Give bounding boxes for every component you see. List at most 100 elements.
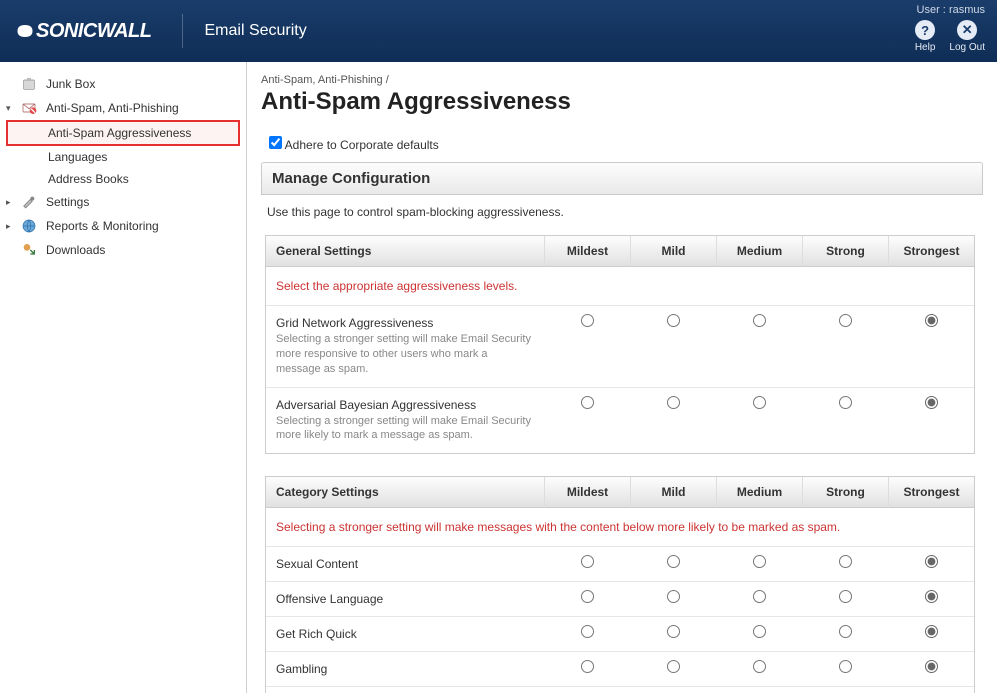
category-radio-strong[interactable] <box>839 590 852 603</box>
radio-cell <box>802 582 888 617</box>
table-row: Sexual Content <box>266 547 974 582</box>
logout-button[interactable]: ✕ Log Out <box>949 20 985 53</box>
category-radio-mild[interactable] <box>667 555 680 568</box>
category-radio-medium[interactable] <box>753 590 766 603</box>
radio-cell <box>630 547 716 582</box>
mail-block-icon <box>20 100 38 116</box>
col-strong: Strong <box>802 236 888 267</box>
category-row-label: Advertisements <box>266 687 544 693</box>
settings-icon <box>20 194 38 210</box>
radio-cell <box>544 388 630 454</box>
section-header: Manage Configuration <box>261 162 983 195</box>
category-radio-strong[interactable] <box>839 660 852 673</box>
general-row-label: Grid Network AggressivenessSelecting a s… <box>266 306 544 388</box>
radio-cell <box>544 306 630 388</box>
category-radio-mildest[interactable] <box>581 625 594 638</box>
general-radio-medium[interactable] <box>753 396 766 409</box>
category-radio-mildest[interactable] <box>581 660 594 673</box>
col-mildest: Mildest <box>544 236 630 267</box>
adhere-checkbox-label[interactable]: Adhere to Corporate defaults <box>269 138 439 152</box>
sidebar-item-aggressiveness[interactable]: Anti-Spam Aggressiveness <box>6 120 240 146</box>
radio-cell <box>716 652 802 687</box>
radio-cell <box>716 582 802 617</box>
brand-logo: SONICWALL <box>16 20 152 43</box>
radio-cell <box>544 652 630 687</box>
table-row: Adversarial Bayesian AggressivenessSelec… <box>266 388 974 454</box>
radio-cell <box>888 388 974 454</box>
col-medium: Medium <box>716 477 802 508</box>
general-radio-mild[interactable] <box>667 314 680 327</box>
category-radio-strongest[interactable] <box>925 660 938 673</box>
adhere-checkbox[interactable] <box>269 136 282 149</box>
category-radio-strongest[interactable] <box>925 555 938 568</box>
help-button[interactable]: ? Help <box>915 20 936 53</box>
col-mild: Mild <box>630 477 716 508</box>
radio-cell <box>630 652 716 687</box>
radio-cell <box>802 617 888 652</box>
user-label: User : rasmus <box>917 4 985 16</box>
table-header-title: Category Settings <box>266 477 544 508</box>
radio-cell <box>716 388 802 454</box>
category-instruction: Selecting a stronger setting will make m… <box>266 508 974 547</box>
general-radio-medium[interactable] <box>753 314 766 327</box>
general-row-label: Adversarial Bayesian AggressivenessSelec… <box>266 388 544 454</box>
table-row: Offensive Language <box>266 582 974 617</box>
radio-cell <box>802 547 888 582</box>
radio-cell <box>630 388 716 454</box>
help-icon: ? <box>915 20 935 40</box>
category-settings-table: Category Settings Mildest Mild Medium St… <box>265 476 975 693</box>
general-radio-mildest[interactable] <box>581 396 594 409</box>
category-row-label: Sexual Content <box>266 547 544 582</box>
category-radio-strongest[interactable] <box>925 590 938 603</box>
download-icon <box>20 242 38 258</box>
category-radio-medium[interactable] <box>753 625 766 638</box>
app-header: SONICWALL Email Security User : rasmus ?… <box>0 0 997 62</box>
table-row: Get Rich Quick <box>266 617 974 652</box>
col-mild: Mild <box>630 236 716 267</box>
category-radio-strongest[interactable] <box>925 625 938 638</box>
sidebar-item-downloads[interactable]: Downloads <box>0 238 246 262</box>
sidebar-item-reports[interactable]: ▸ Reports & Monitoring <box>0 214 246 238</box>
category-radio-mildest[interactable] <box>581 590 594 603</box>
general-settings-table: General Settings Mildest Mild Medium Str… <box>265 235 975 454</box>
category-radio-mild[interactable] <box>667 590 680 603</box>
general-radio-mildest[interactable] <box>581 314 594 327</box>
col-mildest: Mildest <box>544 477 630 508</box>
general-radio-strong[interactable] <box>839 396 852 409</box>
category-radio-strong[interactable] <box>839 625 852 638</box>
col-strongest: Strongest <box>888 236 974 267</box>
category-radio-mild[interactable] <box>667 625 680 638</box>
sidebar: Junk Box ▾ Anti-Spam, Anti-Phishing Anti… <box>0 62 247 693</box>
category-radio-medium[interactable] <box>753 555 766 568</box>
category-radio-mildest[interactable] <box>581 555 594 568</box>
col-strong: Strong <box>802 477 888 508</box>
category-radio-strong[interactable] <box>839 555 852 568</box>
sidebar-item-antispam[interactable]: ▾ Anti-Spam, Anti-Phishing <box>0 96 246 120</box>
general-radio-strongest[interactable] <box>925 396 938 409</box>
category-radio-medium[interactable] <box>753 660 766 673</box>
general-radio-mild[interactable] <box>667 396 680 409</box>
sidebar-item-addressbooks[interactable]: Address Books <box>0 168 246 190</box>
general-radio-strongest[interactable] <box>925 314 938 327</box>
table-row: Gambling <box>266 652 974 687</box>
sidebar-item-junkbox[interactable]: Junk Box <box>0 72 246 96</box>
radio-cell <box>544 582 630 617</box>
app-title: Email Security <box>205 22 307 40</box>
sidebar-item-languages[interactable]: Languages <box>0 146 246 168</box>
section-desc: Use this page to control spam-blocking a… <box>261 195 983 235</box>
junkbox-icon <box>20 76 38 92</box>
logout-icon: ✕ <box>957 20 977 40</box>
radio-cell <box>888 306 974 388</box>
radio-cell <box>802 306 888 388</box>
radio-cell <box>544 687 630 693</box>
radio-cell <box>888 652 974 687</box>
sidebar-item-settings[interactable]: ▸ Settings <box>0 190 246 214</box>
category-row-label: Gambling <box>266 652 544 687</box>
general-radio-strong[interactable] <box>839 314 852 327</box>
radio-cell <box>630 687 716 693</box>
radio-cell <box>716 617 802 652</box>
general-instruction: Select the appropriate aggressiveness le… <box>266 267 974 306</box>
radio-cell <box>716 547 802 582</box>
category-radio-mild[interactable] <box>667 660 680 673</box>
table-row: Advertisements <box>266 687 974 693</box>
